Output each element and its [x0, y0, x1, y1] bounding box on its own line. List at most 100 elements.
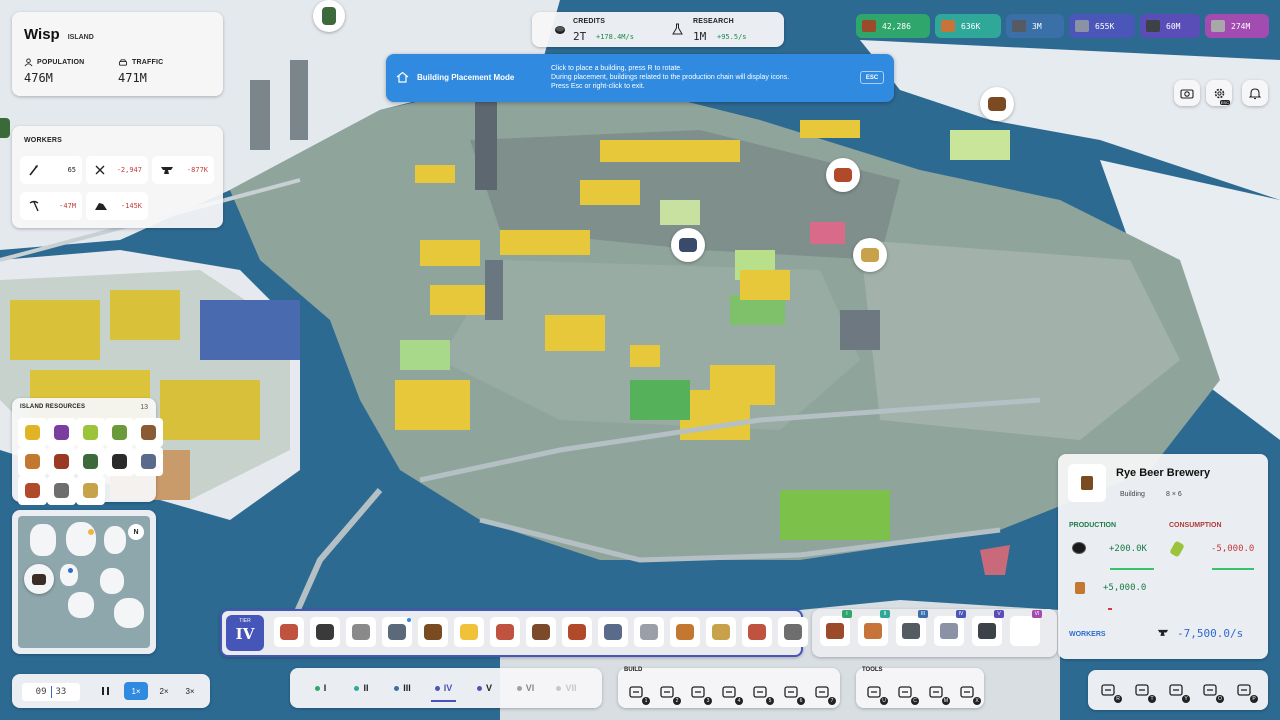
island-resources-panel: ISLAND RESOURCES 13: [12, 398, 163, 505]
tier-tab-vi[interactable]: VI: [505, 680, 546, 696]
map-marker-copper[interactable]: [826, 158, 860, 192]
construction-slot[interactable]: V: [972, 610, 1004, 646]
speed-2x-button[interactable]: 2×: [152, 682, 176, 700]
statistics-button[interactable]: P: [1230, 676, 1258, 704]
resource-slot[interactable]: [76, 476, 105, 505]
build-slot[interactable]: [670, 617, 700, 647]
resource-slot[interactable]: [18, 447, 47, 476]
upgrade-button[interactable]: U: [860, 678, 888, 706]
production-item: +5,000.0: [1066, 578, 1156, 610]
construction-slot[interactable]: I: [820, 610, 852, 646]
policies-icon: [1169, 684, 1183, 696]
production-bar: [1108, 608, 1112, 610]
resource-counter-3[interactable]: 3M: [1006, 14, 1064, 38]
building-info-panel: Rye Beer Brewery Building 8 × 6 PRODUCTI…: [1058, 454, 1268, 659]
construction-slot[interactable]: II: [858, 610, 890, 646]
planks-icon: [941, 20, 955, 32]
pause-button[interactable]: [96, 682, 114, 700]
resource-slot[interactable]: [18, 476, 47, 505]
resource-counter-2[interactable]: 636K: [935, 14, 1001, 38]
worker-slot-3[interactable]: -877K: [152, 156, 214, 184]
construction-slot[interactable]: IV: [934, 610, 966, 646]
notifications-button[interactable]: [1242, 80, 1268, 106]
home-icon: [396, 71, 409, 83]
resource-counter-6[interactable]: 274M: [1205, 14, 1269, 38]
research-button[interactable]: R: [1094, 676, 1122, 704]
map-marker-silver[interactable]: [671, 228, 705, 262]
build-slot[interactable]: [454, 617, 484, 647]
worker-slot-4[interactable]: -47M: [20, 192, 82, 220]
resource-slot[interactable]: [134, 447, 163, 476]
build-slot[interactable]: [778, 617, 808, 647]
tier-tab-v[interactable]: V: [464, 680, 505, 696]
residential-button[interactable]: 1: [622, 678, 650, 706]
farm-button[interactable]: 4: [715, 678, 743, 706]
people-button[interactable]: 5: [746, 678, 774, 706]
resource-slot[interactable]: [47, 418, 76, 447]
build-slot[interactable]: [490, 617, 520, 647]
factory-button[interactable]: 7: [808, 678, 836, 706]
policies-button[interactable]: Y: [1162, 676, 1190, 704]
tier-tab-ii[interactable]: II: [341, 680, 382, 696]
resource-counter-1[interactable]: 42,286: [856, 14, 930, 38]
build-slot[interactable]: [598, 617, 628, 647]
build-slot[interactable]: [562, 617, 592, 647]
resource-slot[interactable]: [76, 418, 105, 447]
house-button[interactable]: 2: [653, 678, 681, 706]
worker-slot-1[interactable]: 65: [20, 156, 82, 184]
construction-slot-empty[interactable]: VI: [1010, 610, 1042, 646]
worker-slot-5[interactable]: -145K: [86, 192, 148, 220]
resource-slot[interactable]: [105, 447, 134, 476]
map-marker-top[interactable]: [313, 0, 345, 32]
resource-slot[interactable]: [47, 447, 76, 476]
minimap-panel[interactable]: N: [12, 510, 156, 654]
tier-badge[interactable]: TIER IV: [226, 615, 264, 651]
build-slot[interactable]: [310, 617, 340, 647]
resource-slot[interactable]: [134, 418, 163, 447]
traffic-value: 471M: [118, 71, 147, 85]
trade-button[interactable]: O: [1196, 676, 1224, 704]
map-marker-gold[interactable]: [853, 238, 887, 272]
tier-tab-iv[interactable]: IV: [423, 680, 464, 702]
build-slot[interactable]: [418, 617, 448, 647]
minimap[interactable]: N: [18, 516, 150, 648]
resource-value: 274M: [1231, 21, 1251, 31]
copy-button[interactable]: C: [891, 678, 919, 706]
move-button[interactable]: M: [922, 678, 950, 706]
esc-button[interactable]: ESC: [860, 71, 884, 84]
road-button[interactable]: X: [953, 678, 981, 706]
resource-counter-4[interactable]: 655K: [1069, 14, 1135, 38]
construction-slot[interactable]: III: [896, 610, 928, 646]
build-slot[interactable]: [706, 617, 736, 647]
build-slot[interactable]: [634, 617, 664, 647]
build-slot[interactable]: [274, 617, 304, 647]
settings-button[interactable]: ESC: [1206, 80, 1232, 106]
map-marker-coal[interactable]: [980, 87, 1014, 121]
speed-3x-button[interactable]: 3×: [178, 682, 202, 700]
resource-slot[interactable]: [105, 418, 134, 447]
tier-tabs: I II III IV V VI VII: [290, 668, 602, 708]
camera-button[interactable]: [1174, 80, 1200, 106]
tier-tab-vii: VII: [546, 680, 587, 696]
build-slot[interactable]: [382, 617, 412, 647]
tier-value: IV: [235, 625, 255, 643]
market-button[interactable]: 3: [684, 678, 712, 706]
minimap-current-island[interactable]: [24, 564, 54, 594]
building-size: 8 × 6: [1166, 491, 1182, 498]
resource-slot[interactable]: [76, 447, 105, 476]
build-slot[interactable]: [346, 617, 376, 647]
resource-slot[interactable]: [47, 476, 76, 505]
resource-slot[interactable]: [18, 418, 47, 447]
globe-button[interactable]: T: [1128, 676, 1156, 704]
side-tab[interactable]: [0, 118, 10, 138]
tier-tab-i[interactable]: I: [300, 680, 341, 696]
build-slot[interactable]: [526, 617, 556, 647]
food-bowl-icon: [25, 454, 40, 469]
build-slot[interactable]: [742, 617, 772, 647]
worker-slot-2[interactable]: -2,947: [86, 156, 148, 184]
tier-tab-iii[interactable]: III: [382, 680, 423, 696]
resource-counter-5[interactable]: 60M: [1140, 14, 1200, 38]
speed-1x-button[interactable]: 1×: [124, 682, 148, 700]
mining-button[interactable]: 6: [777, 678, 805, 706]
hotkey-badge: P: [1250, 695, 1258, 703]
